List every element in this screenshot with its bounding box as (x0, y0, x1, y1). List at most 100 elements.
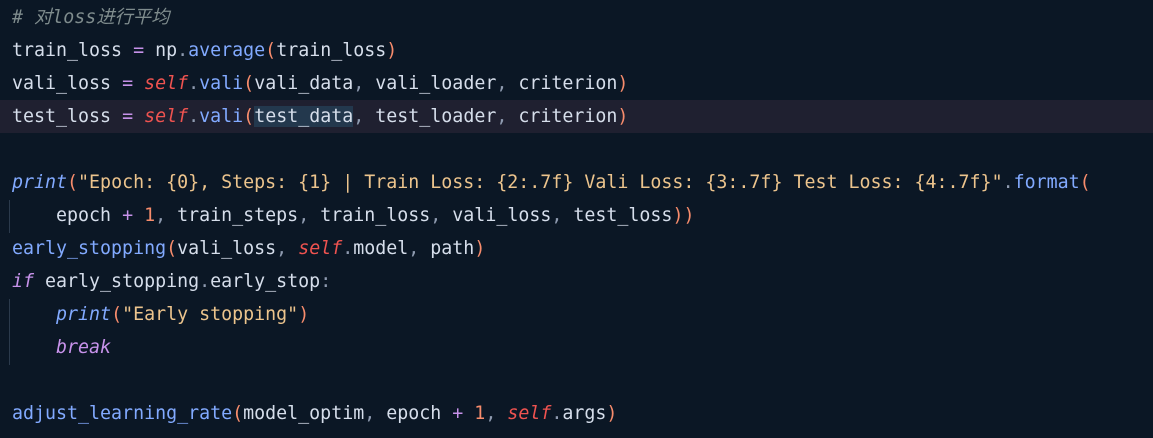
code-token: train_loss (12, 40, 123, 61)
code-token: ) (474, 238, 486, 259)
code-token: ) (298, 304, 310, 325)
code-token: train_loss (320, 205, 431, 226)
code-token: test_loss (12, 106, 112, 127)
code-line[interactable] (0, 133, 1153, 166)
code-token: criterion (518, 106, 618, 127)
code-token: : (320, 271, 332, 292)
code-token: vali_loader (375, 73, 497, 94)
code-line[interactable]: print("Early stopping") (0, 298, 1153, 331)
code-token: ( (111, 304, 123, 325)
code-editor[interactable]: # 对loss进行平均 train_loss = np.average(train… (0, 0, 1153, 438)
code-token: adjust_learning_rate (12, 403, 233, 424)
code-token: model (353, 238, 409, 259)
code-token: , (496, 106, 519, 127)
code-token: ( (265, 40, 277, 61)
code-token: test_loss (573, 205, 673, 226)
code-token: vali (199, 73, 244, 94)
code-token: ( (243, 106, 255, 127)
code-token: 1 (144, 205, 156, 226)
code-token: if (12, 271, 35, 292)
code-token: np (155, 40, 178, 61)
code-line[interactable]: print("Epoch: {0}, Steps: {1} | Train Lo… (0, 166, 1153, 199)
code-token: + (111, 205, 145, 226)
code-token: early_stop (210, 271, 321, 292)
code-token: # 对loss进行平均 (12, 7, 170, 28)
code-line[interactable] (0, 364, 1153, 397)
code-line[interactable]: adjust_learning_rate(model_optim, epoch … (0, 397, 1153, 430)
code-token: vali_loss (177, 238, 277, 259)
code-token: ) (617, 73, 629, 94)
code-token: vali_loss (12, 73, 112, 94)
code-token: , (408, 238, 431, 259)
code-token: ) (617, 106, 629, 127)
code-token: "Epoch: {0}, Steps: {1} | Train Loss: {2… (78, 172, 1003, 193)
code-token: . (177, 40, 189, 61)
code-token: self (144, 73, 189, 94)
code-token: criterion (518, 73, 618, 94)
code-token: , (551, 205, 574, 226)
code-token: + (441, 403, 475, 424)
code-line[interactable]: early_stopping(vali_loss, self.model, pa… (0, 232, 1153, 265)
code-token: ( (243, 73, 255, 94)
code-token: model_optim (243, 403, 365, 424)
code-token: self (298, 238, 343, 259)
code-line-current[interactable]: test_loss = self.vali(test_data, test_lo… (0, 100, 1153, 133)
code-token: epoch (386, 403, 442, 424)
code-token: ( (67, 172, 79, 193)
code-line[interactable]: break (0, 331, 1153, 364)
code-token: self (144, 106, 189, 127)
code-token: , (496, 73, 519, 94)
code-line[interactable]: epoch + 1, train_steps, train_loss, vali… (0, 199, 1153, 232)
code-token: early_stopping (34, 271, 200, 292)
code-token: vali_loss (452, 205, 552, 226)
code-token: test_loader (375, 106, 497, 127)
code-line[interactable]: # 对loss进行平均 (0, 1, 1153, 34)
code-token: 1 (474, 403, 486, 424)
code-token: average (188, 40, 266, 61)
code-token: = (111, 106, 145, 127)
code-line[interactable]: train_loss = np.average(train_loss) (0, 34, 1153, 67)
code-token: = (111, 73, 145, 94)
code-token: . (342, 238, 354, 259)
code-token: ) (606, 403, 618, 424)
code-token: , (298, 205, 321, 226)
code-line[interactable]: if early_stopping.early_stop: (0, 265, 1153, 298)
code-token: early_stopping (12, 238, 167, 259)
code-token: path (430, 238, 475, 259)
code-token: ( (166, 238, 178, 259)
code-token: , (430, 205, 453, 226)
code-token: break (56, 337, 112, 358)
code-line[interactable]: vali_loss = self.vali(vali_data, vali_lo… (0, 67, 1153, 100)
code-token: ) (386, 40, 398, 61)
code-token: args (562, 403, 607, 424)
code-token: ( (232, 403, 244, 424)
code-token: "Early stopping" (122, 304, 299, 325)
code-token: vali_data (254, 73, 354, 94)
code-token: . (551, 403, 563, 424)
code-token: print (12, 172, 68, 193)
code-token: . (199, 271, 211, 292)
code-token: , (155, 205, 178, 226)
code-token: = (122, 40, 156, 61)
code-token: )) (672, 205, 695, 226)
selected-token: test_data (254, 106, 354, 127)
code-token: self (507, 403, 552, 424)
code-token: ( (1079, 172, 1091, 193)
code-token: . (188, 73, 200, 94)
code-token: epoch (56, 205, 112, 226)
code-token: , (353, 106, 376, 127)
code-token: vali (199, 106, 244, 127)
code-token: train_loss (276, 40, 387, 61)
code-token: , (364, 403, 387, 424)
code-token: . (1002, 172, 1014, 193)
code-token: train_steps (177, 205, 299, 226)
code-token: , (276, 238, 299, 259)
code-token: format (1013, 172, 1080, 193)
code-token: , (485, 403, 508, 424)
code-token: , (353, 73, 376, 94)
code-token: print (56, 304, 112, 325)
code-token: . (188, 106, 200, 127)
